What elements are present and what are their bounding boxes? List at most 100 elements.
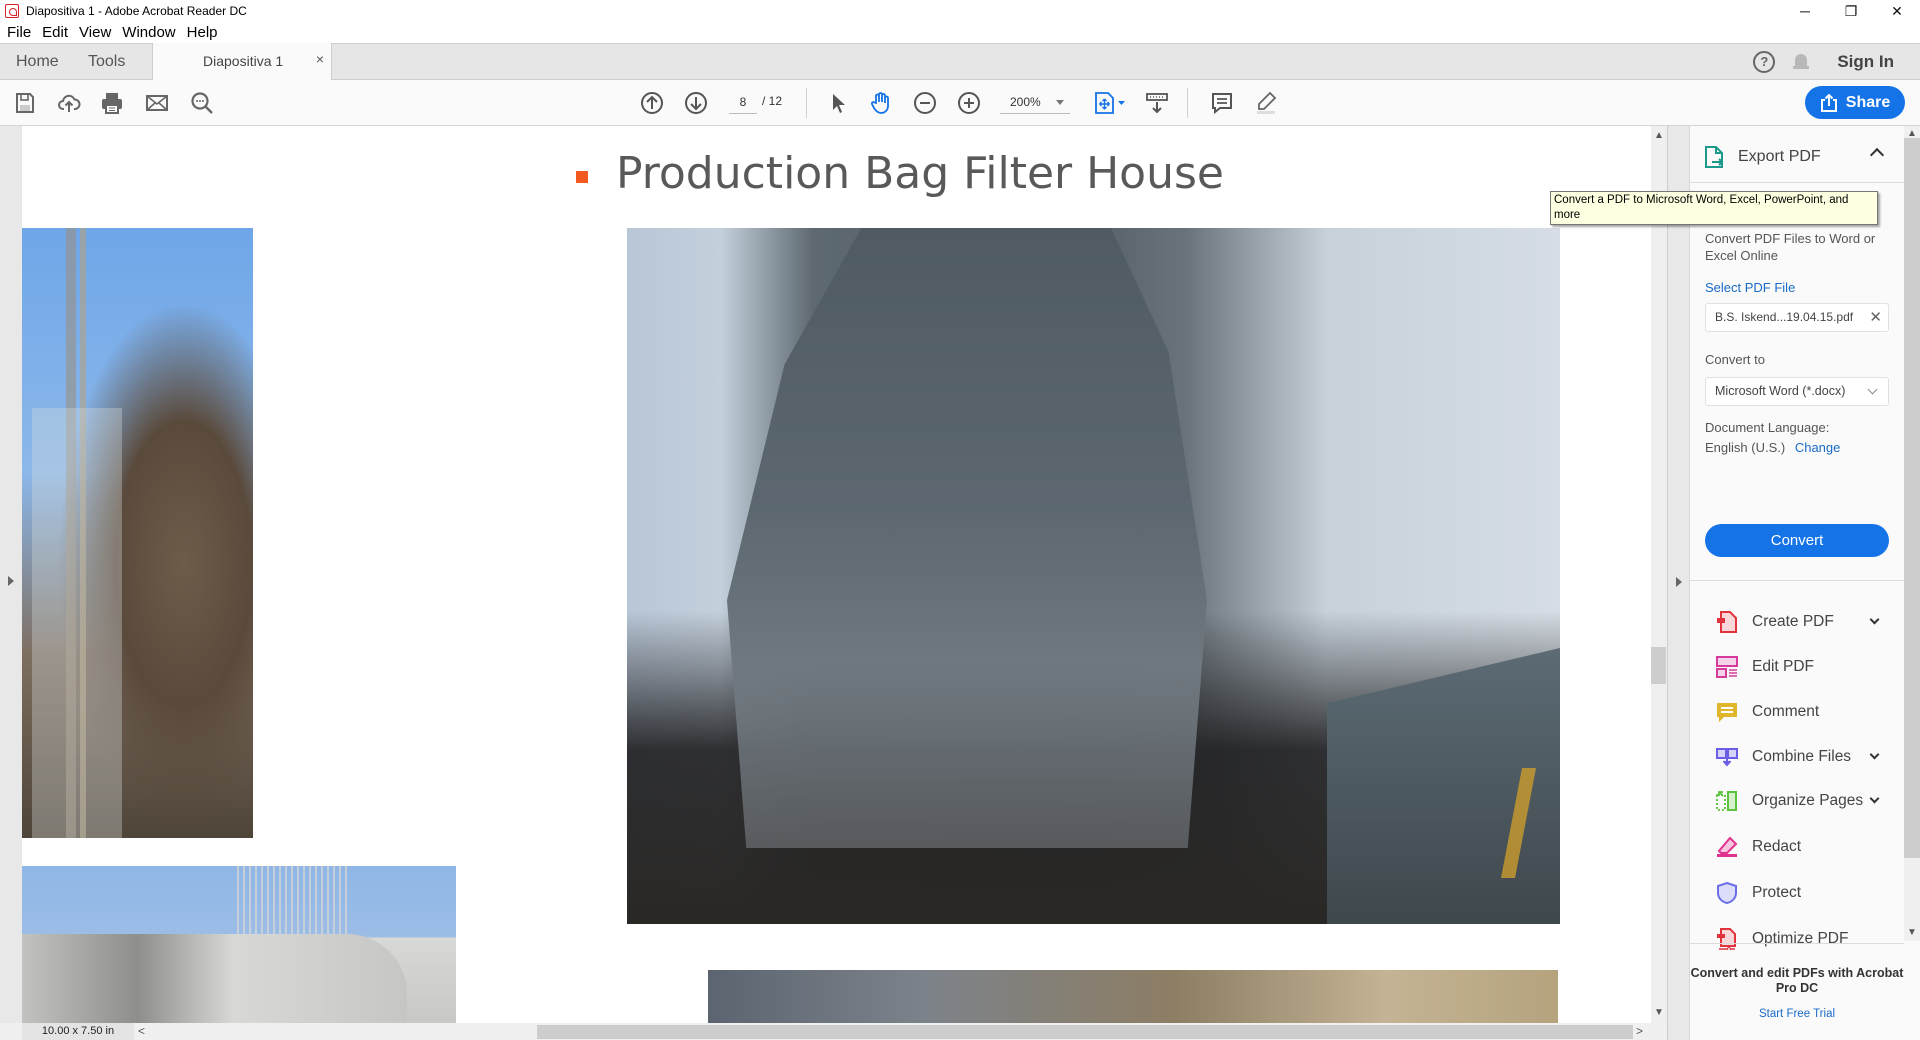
menu-view[interactable]: View <box>79 24 111 41</box>
convert-button[interactable]: Convert <box>1705 524 1889 557</box>
scroll-mode-icon[interactable] <box>1144 90 1170 116</box>
edit-pdf-icon <box>1716 656 1738 678</box>
tool-edit-pdf[interactable]: Edit PDF <box>1704 647 1894 687</box>
horizontal-scroll-thumb[interactable] <box>537 1025 1633 1039</box>
panel-scroll-down-icon[interactable]: ▼ <box>1907 928 1917 938</box>
share-button[interactable]: Share <box>1805 86 1905 119</box>
notifications-bell-icon[interactable] <box>1793 52 1810 72</box>
tool-combine-files[interactable]: Combine Files <box>1704 737 1894 777</box>
search-icon[interactable] <box>189 90 215 116</box>
close-tab-icon[interactable]: × <box>316 51 324 67</box>
sign-in-button[interactable]: Sign In <box>1837 52 1894 72</box>
organize-pages-icon <box>1716 791 1737 811</box>
redact-icon <box>1717 836 1738 857</box>
tool-label: Optimize PDF <box>1752 930 1849 947</box>
page-total: / 12 <box>762 94 783 108</box>
menu-bar: File Edit View Window Help <box>0 22 1920 43</box>
hand-tool-icon[interactable] <box>868 90 894 116</box>
convert-format-dropdown[interactable]: Microsoft Word (*.docx) <box>1705 377 1889 406</box>
export-pdf-header[interactable]: Export PDF <box>1704 138 1894 176</box>
vertical-scroll-thumb[interactable] <box>1651 647 1666 684</box>
vertical-scrollbar[interactable]: ▲ ▼ <box>1651 126 1667 1023</box>
export-description: Convert PDF Files to Word or Excel Onlin… <box>1705 231 1876 263</box>
tool-organize-pages[interactable]: Organize Pages <box>1704 781 1894 821</box>
tab-document[interactable]: Diapositiva 1 × <box>152 43 332 80</box>
scroll-down-icon[interactable]: ▼ <box>1654 1008 1664 1018</box>
highlight-pen-icon[interactable] <box>1253 90 1279 116</box>
tab-home[interactable]: Home <box>16 44 59 79</box>
title-bar: Diapositiva 1 - Adobe Acrobat Reader DC … <box>0 0 1920 22</box>
start-free-trial-link[interactable]: Start Free Trial <box>1690 1008 1904 1020</box>
document-viewport[interactable]: Production Bag Filter House <box>0 126 1651 1023</box>
tool-protect[interactable]: Protect <box>1704 873 1894 913</box>
left-pane-toggle[interactable] <box>0 126 22 1023</box>
panel-scroll-thumb[interactable] <box>1904 138 1920 858</box>
promo-title: Convert and edit PDFs with Acrobat Pro D… <box>1690 966 1904 995</box>
page-number-input[interactable]: 8 <box>729 92 757 114</box>
clear-file-icon[interactable]: ✕ <box>1869 304 1882 331</box>
next-page-icon[interactable] <box>683 90 709 116</box>
convert-format-value: Microsoft Word (*.docx) <box>1715 384 1846 398</box>
photo-silo <box>22 866 456 1023</box>
tool-comment[interactable]: Comment <box>1704 692 1894 732</box>
save-icon[interactable] <box>12 90 38 116</box>
menu-file[interactable]: File <box>7 24 31 41</box>
email-icon[interactable] <box>144 90 170 116</box>
comment-icon <box>1717 703 1737 722</box>
window-title: Diapositiva 1 - Adobe Acrobat Reader DC <box>26 4 247 18</box>
photo-tank-crane <box>22 228 253 838</box>
scroll-up-icon[interactable]: ▲ <box>1654 131 1664 141</box>
close-window-button[interactable]: ✕ <box>1874 0 1920 22</box>
chevron-down-icon[interactable] <box>1869 614 1880 625</box>
select-pdf-file-link[interactable]: Select PDF File <box>1705 280 1890 295</box>
restore-button[interactable]: ❐ <box>1828 0 1874 22</box>
collapse-right-panel-icon[interactable] <box>1676 577 1682 587</box>
slide-title: Production Bag Filter House <box>616 148 1224 199</box>
tool-label: Redact <box>1752 838 1802 855</box>
zoom-out-icon[interactable] <box>912 90 938 116</box>
chevron-down-icon <box>1056 100 1064 105</box>
tree <box>237 866 347 936</box>
toolbar-divider <box>1187 88 1188 118</box>
expand-left-panel-icon[interactable] <box>8 576 14 586</box>
share-label: Share <box>1845 93 1891 111</box>
chevron-down-icon[interactable] <box>1869 793 1880 804</box>
right-panel-splitter[interactable] <box>1667 126 1690 1040</box>
upload-cloud-icon[interactable] <box>56 90 82 116</box>
tool-label: Combine Files <box>1752 748 1852 765</box>
help-icon[interactable]: ? <box>1753 50 1776 73</box>
select-tool-icon[interactable] <box>825 90 851 116</box>
tool-create-pdf[interactable]: Create PDF <box>1704 602 1894 642</box>
file-name: B.S. Iskend...19.04.15.pdf <box>1715 310 1854 324</box>
filter-house-structure <box>727 228 1207 848</box>
fit-page-icon[interactable] <box>1092 90 1128 116</box>
print-icon[interactable] <box>99 90 125 116</box>
menu-window[interactable]: Window <box>122 24 175 41</box>
chevron-up-icon[interactable] <box>1869 147 1885 163</box>
create-pdf-icon <box>1717 611 1737 633</box>
scroll-right-icon[interactable]: > <box>1636 1023 1643 1040</box>
change-language-link[interactable]: Change <box>1795 440 1841 455</box>
scroll-left-icon[interactable]: < <box>138 1023 145 1040</box>
chevron-down-icon[interactable] <box>1869 749 1880 760</box>
zoom-level-dropdown[interactable]: 200% <box>1000 92 1070 114</box>
tool-label: Protect <box>1752 884 1802 901</box>
convert-to-label: Convert to <box>1705 352 1765 367</box>
tool-optimize-pdf[interactable]: Optimize PDF <box>1704 919 1894 959</box>
toolbar-divider <box>806 88 807 118</box>
panel-divider <box>1690 943 1904 944</box>
selected-file-field[interactable]: B.S. Iskend...19.04.15.pdf ✕ <box>1705 303 1889 332</box>
zoom-in-icon[interactable] <box>956 90 982 116</box>
minimize-button[interactable]: ─ <box>1782 0 1828 22</box>
menu-help[interactable]: Help <box>187 24 218 41</box>
panel-divider <box>1690 182 1904 183</box>
document-language-label: Document Language: <box>1705 420 1830 435</box>
tool-redact[interactable]: Redact <box>1704 827 1894 867</box>
previous-page-icon[interactable] <box>639 90 665 116</box>
pro-promo: Convert and edit PDFs with Acrobat Pro D… <box>1690 966 1904 1020</box>
panel-scrollbar[interactable]: ▲ ▼ <box>1904 126 1920 941</box>
tab-tools[interactable]: Tools <box>88 44 125 79</box>
comment-tool-icon[interactable] <box>1209 90 1235 116</box>
document-tab-label: Diapositiva 1 <box>203 53 284 69</box>
menu-edit[interactable]: Edit <box>42 24 68 41</box>
